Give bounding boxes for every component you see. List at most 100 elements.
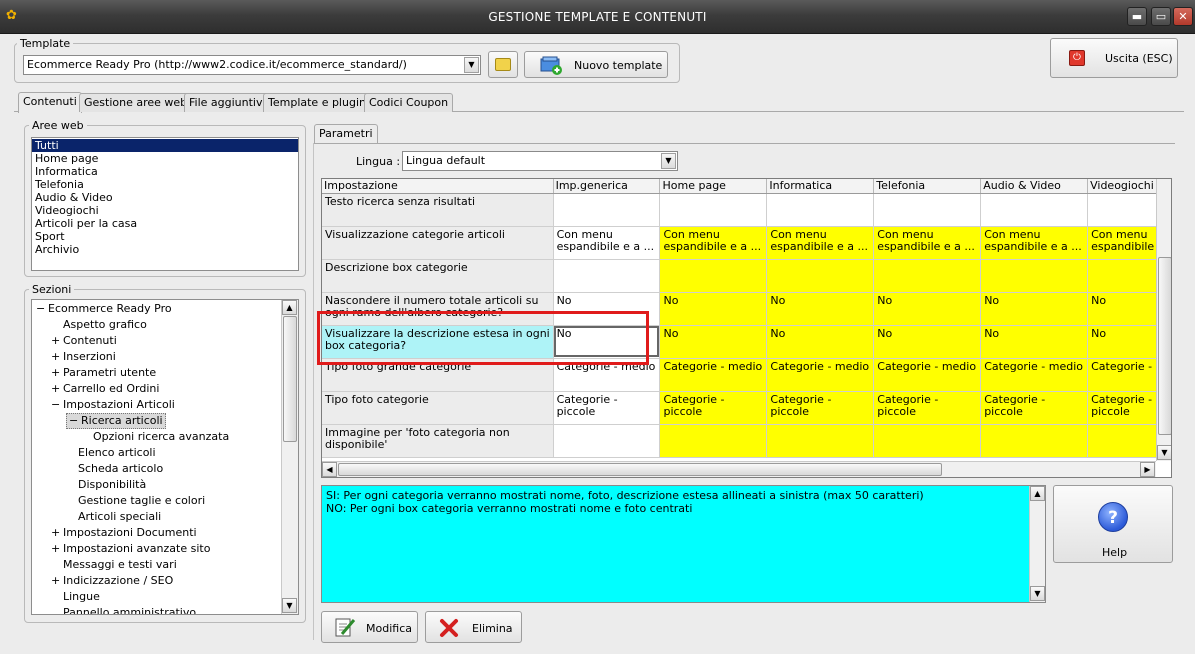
grid-vscrollbar[interactable]: ▼ [1156, 179, 1171, 461]
close-button[interactable]: ✕ [1173, 7, 1193, 26]
help-button[interactable]: ? Help [1053, 485, 1173, 563]
generic-value-cell[interactable]: Con menu espandibile e a ... [553, 226, 661, 260]
area-value-cell[interactable] [766, 259, 875, 293]
area-value-cell[interactable] [873, 193, 982, 227]
grid-vscroll-thumb[interactable] [1158, 257, 1171, 435]
area-value-cell[interactable] [980, 259, 1089, 293]
area-value-cell[interactable] [659, 193, 768, 227]
area-value-cell[interactable] [1087, 193, 1158, 227]
tree-item[interactable]: Articoli speciali [66, 509, 161, 525]
area-value-cell[interactable]: Categorie - piccole [873, 391, 982, 425]
column-header[interactable]: Telefonia [873, 179, 982, 194]
area-value-cell[interactable]: No [766, 325, 875, 359]
minimize-button[interactable]: ▬ [1127, 7, 1147, 26]
area-value-cell[interactable] [659, 424, 768, 458]
setting-name-cell[interactable]: Tipo foto categorie [322, 391, 554, 425]
tree-expander-icon[interactable]: + [51, 573, 63, 589]
area-value-cell[interactable]: No [873, 292, 982, 326]
area-value-cell[interactable]: No [873, 325, 982, 359]
area-value-cell[interactable]: No [1087, 292, 1158, 326]
area-value-cell[interactable]: Categorie - piccole [980, 391, 1089, 425]
tab-template-plugins[interactable]: Template e plugins [263, 93, 377, 112]
tree-expander-icon[interactable]: + [51, 381, 63, 397]
new-template-button[interactable]: Nuovo template [524, 51, 668, 78]
generic-value-cell[interactable] [553, 259, 661, 293]
tree-item[interactable]: Gestione taglie e colori [66, 493, 205, 509]
maximize-button[interactable]: ▭ [1151, 7, 1171, 26]
area-value-cell[interactable] [873, 424, 982, 458]
chevron-down-icon[interactable]: ▼ [464, 57, 479, 73]
column-header[interactable]: Home page [659, 179, 768, 194]
list-item[interactable]: Informatica [32, 165, 298, 178]
tree-item[interactable]: Opzioni ricerca avanzata [81, 429, 229, 445]
area-value-cell[interactable]: Categorie - medio [659, 358, 768, 392]
list-item[interactable]: Articoli per la casa [32, 217, 298, 230]
area-value-cell[interactable]: Categorie - medio [766, 358, 875, 392]
list-item[interactable]: Videogiochi [32, 204, 298, 217]
tree-expander-icon[interactable]: − [69, 414, 81, 428]
chevron-down-icon[interactable]: ▼ [661, 153, 676, 169]
tree-expander-icon[interactable]: − [36, 301, 48, 317]
tree-item[interactable]: Disponibilità [66, 477, 146, 493]
tree-item[interactable]: + Impostazioni avanzate sito [51, 541, 210, 557]
setting-name-cell[interactable]: Descrizione box categorie [322, 259, 554, 293]
area-value-cell[interactable]: Categorie - medio [980, 358, 1089, 392]
column-header[interactable]: Audio & Video [980, 179, 1089, 194]
elimina-button[interactable]: Elimina [425, 611, 522, 643]
generic-value-cell[interactable] [553, 193, 661, 227]
area-value-cell[interactable] [659, 259, 768, 293]
area-value-cell[interactable]: Categorie - piccole [659, 391, 768, 425]
lingua-select[interactable]: Lingua default ▼ [402, 151, 678, 171]
template-select[interactable]: Ecommerce Ready Pro (http://www2.codice.… [23, 55, 481, 75]
column-header[interactable]: Videogiochi [1087, 179, 1158, 194]
open-folder-button[interactable] [488, 51, 518, 78]
area-value-cell[interactable]: Con menu espandibile e a ... [659, 226, 768, 260]
tab-contenuti[interactable]: Contenuti [18, 92, 82, 113]
table-row[interactable]: Tipo foto categorie Categorie - piccole Ca… [322, 391, 1158, 425]
area-value-cell[interactable]: Categorie - piccole [1087, 391, 1158, 425]
tree-expander-icon[interactable]: + [51, 365, 63, 381]
exit-button[interactable]: ⏻ Uscita (ESC) [1050, 38, 1178, 78]
table-row[interactable]: Immagine per 'foto categoria non disponi… [322, 424, 1158, 458]
sezioni-tree[interactable]: ▲ ▼ − Ecommerce Ready Pro Aspetto grafico +… [31, 299, 299, 615]
table-row[interactable]: Descrizione box categorie [322, 259, 1158, 293]
tree-item[interactable]: − Impostazioni Articoli [51, 397, 175, 413]
scroll-thumb[interactable] [283, 316, 297, 442]
tree-item[interactable]: + Impostazioni Documenti [51, 525, 197, 541]
area-value-cell[interactable] [980, 193, 1089, 227]
tree-item[interactable]: + Carrello ed Ordini [51, 381, 159, 397]
setting-name-cell[interactable]: Testo ricerca senza risultati [322, 193, 554, 227]
list-item[interactable]: Telefonia [32, 178, 298, 191]
tab-parametri[interactable]: Parametri [314, 124, 378, 144]
area-value-cell[interactable] [980, 424, 1089, 458]
list-item[interactable]: Tutti [32, 139, 298, 152]
tree-expander-icon[interactable]: + [51, 333, 63, 349]
table-row[interactable]: Visualizzazione categorie articoli Con me… [322, 226, 1158, 260]
setting-name-cell[interactable]: Visualizzazione categorie articoli [322, 226, 554, 260]
description-scrollbar[interactable]: ▲ ▼ [1029, 486, 1045, 602]
area-value-cell[interactable]: No [1087, 325, 1158, 359]
tree-expander-icon[interactable]: + [51, 525, 63, 541]
column-header[interactable]: Informatica [766, 179, 875, 194]
area-value-cell[interactable]: No [980, 292, 1089, 326]
aree-web-list[interactable]: Tutti Home page Informatica Telefonia Au… [31, 137, 299, 271]
tree-expander-icon[interactable]: + [51, 349, 63, 365]
scroll-up-icon[interactable]: ▲ [1030, 486, 1045, 501]
scroll-down-icon[interactable]: ▼ [282, 598, 297, 613]
tree-item[interactable]: + Indicizzazione / SEO [51, 573, 173, 589]
generic-value-cell[interactable] [553, 424, 661, 458]
area-value-cell[interactable]: Categorie - medio [873, 358, 982, 392]
scroll-right-icon[interactable]: ▶ [1140, 462, 1155, 477]
area-value-cell[interactable]: Con menu espandibile e a ... [873, 226, 982, 260]
setting-name-cell[interactable]: Immagine per 'foto categoria non disponi… [322, 424, 554, 458]
area-value-cell[interactable] [873, 259, 982, 293]
tab-file-aggiuntivi[interactable]: File aggiuntivi [184, 93, 271, 112]
area-value-cell[interactable]: No [980, 325, 1089, 359]
tree-item[interactable]: Messaggi e testi vari [51, 557, 177, 573]
list-item[interactable]: Archivio [32, 243, 298, 256]
tab-gestione-aree-web[interactable]: Gestione aree web [79, 93, 193, 112]
tree-expander-icon[interactable]: + [51, 541, 63, 557]
tree-item[interactable]: + Inserzioni [51, 349, 116, 365]
area-value-cell[interactable]: No [766, 292, 875, 326]
table-row[interactable]: Testo ricerca senza risultati [322, 193, 1158, 227]
